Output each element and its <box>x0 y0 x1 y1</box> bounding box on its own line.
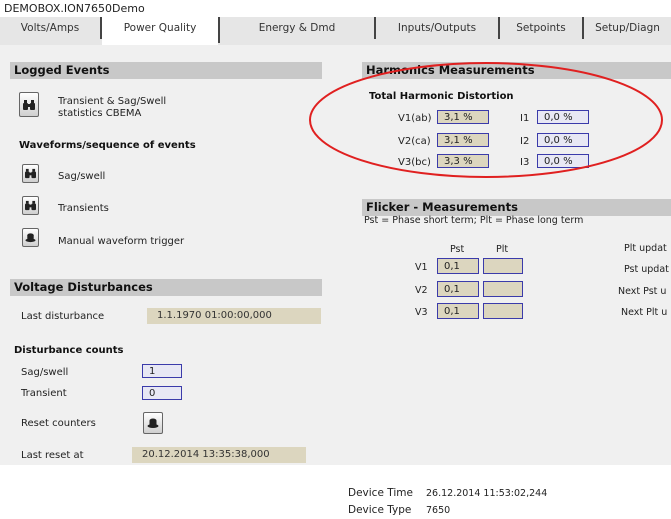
thd-i2-label: I2 <box>520 136 530 147</box>
thd-i2-value: 0,0 % <box>537 133 589 147</box>
flicker-v1-pst: 0,1 <box>437 258 479 274</box>
reset-counters-button[interactable] <box>143 412 163 434</box>
flicker-v1-plt <box>483 258 523 274</box>
device-type-value: 7650 <box>426 505 451 516</box>
pst-update-label: Pst updat <box>624 264 669 275</box>
flicker-v3-pst: 0,1 <box>437 303 479 319</box>
last-disturbance-value: 1.1.1970 01:00:00,000 <box>147 308 321 324</box>
waveforms-header: Waveforms/sequence of events <box>19 140 196 151</box>
flicker-v3-label: V3 <box>415 307 428 318</box>
transients-waveform-label: Transients <box>58 203 109 214</box>
sag-swell-count-label: Sag/swell <box>21 367 69 378</box>
manual-trigger-label: Manual waveform trigger <box>58 236 185 247</box>
next-plt-label: Next Plt u <box>621 307 668 318</box>
tab-bar: Volts/Amps Power Quality Energy & Dmd In… <box>0 17 671 45</box>
thd-v2-value: 3,1 % <box>437 133 489 147</box>
thd-v1-label: V1(ab) <box>398 113 432 124</box>
transients-waveform-button[interactable] <box>22 196 39 215</box>
cbema-button[interactable] <box>19 92 39 117</box>
thd-v2-label: V2(ca) <box>398 136 431 147</box>
sag-swell-waveform-label: Sag/swell <box>58 171 106 182</box>
tab-setpoints[interactable]: Setpoints <box>500 17 584 39</box>
manual-trigger-button[interactable] <box>22 228 39 247</box>
binoculars-icon <box>25 200 36 211</box>
thd-i3-value: 0,0 % <box>537 154 589 168</box>
sag-swell-waveform-button[interactable] <box>22 164 39 183</box>
thd-i3-label: I3 <box>520 157 530 168</box>
flicker-col-plt: Plt <box>496 244 509 255</box>
harmonics-header: Harmonics Measurements <box>362 62 671 79</box>
tab-power-quality[interactable]: Power Quality <box>102 17 220 43</box>
disturbance-counts-header: Disturbance counts <box>14 345 124 356</box>
flicker-subtitle: Pst = Phase short term; Plt = Phase long… <box>364 215 584 226</box>
thd-v1-value: 3,1 % <box>437 110 489 124</box>
sag-swell-count-value: 1 <box>142 364 182 378</box>
device-time-label: Device Time <box>348 487 413 499</box>
device-time-value: 26.12.2014 11:53:02,244 <box>426 488 548 499</box>
cbema-label-line2: statistics CBEMA <box>58 108 142 119</box>
flicker-v2-plt <box>483 281 523 297</box>
app-title: DEMOBOX.ION7650Demo <box>4 2 145 15</box>
thd-i1-value: 0,0 % <box>537 110 589 124</box>
tab-inputs-outputs[interactable]: Inputs/Outputs <box>376 17 500 39</box>
thd-header: Total Harmonic Distortion <box>369 91 514 102</box>
thd-i1-label: I1 <box>520 113 530 124</box>
plt-update-label: Plt updat <box>624 243 667 254</box>
binoculars-icon <box>23 100 35 110</box>
trigger-icon <box>147 418 159 428</box>
last-reset-value: 20.12.2014 13:35:38,000 <box>132 447 306 463</box>
flicker-v1-label: V1 <box>415 262 428 273</box>
tab-volts-amps[interactable]: Volts/Amps <box>0 17 102 39</box>
flicker-col-pst: Pst <box>450 244 465 255</box>
voltage-disturbances-header: Voltage Disturbances <box>10 279 322 296</box>
transient-count-value: 0 <box>142 386 182 400</box>
thd-v3-value: 3,3 % <box>437 154 489 168</box>
binoculars-icon <box>25 168 36 179</box>
tab-energy-demand[interactable]: Energy & Dmd <box>220 17 376 39</box>
tab-setup-diagnostics[interactable]: Setup/Diagn <box>584 17 671 39</box>
last-reset-label: Last reset at <box>21 450 84 461</box>
transient-count-label: Transient <box>21 388 67 399</box>
thd-v3-label: V3(bc) <box>398 157 431 168</box>
flicker-v3-plt <box>483 303 523 319</box>
last-disturbance-label: Last disturbance <box>21 311 105 322</box>
reset-counters-label: Reset counters <box>21 418 96 429</box>
flicker-v2-pst: 0,1 <box>437 281 479 297</box>
cbema-label-line1: Transient & Sag/Swell <box>58 96 167 107</box>
logged-events-header: Logged Events <box>10 62 322 79</box>
device-type-label: Device Type <box>348 504 412 516</box>
trigger-icon <box>25 233 36 243</box>
next-pst-label: Next Pst u <box>618 286 667 297</box>
flicker-v2-label: V2 <box>415 285 428 296</box>
flicker-header: Flicker - Measurements <box>362 199 671 216</box>
